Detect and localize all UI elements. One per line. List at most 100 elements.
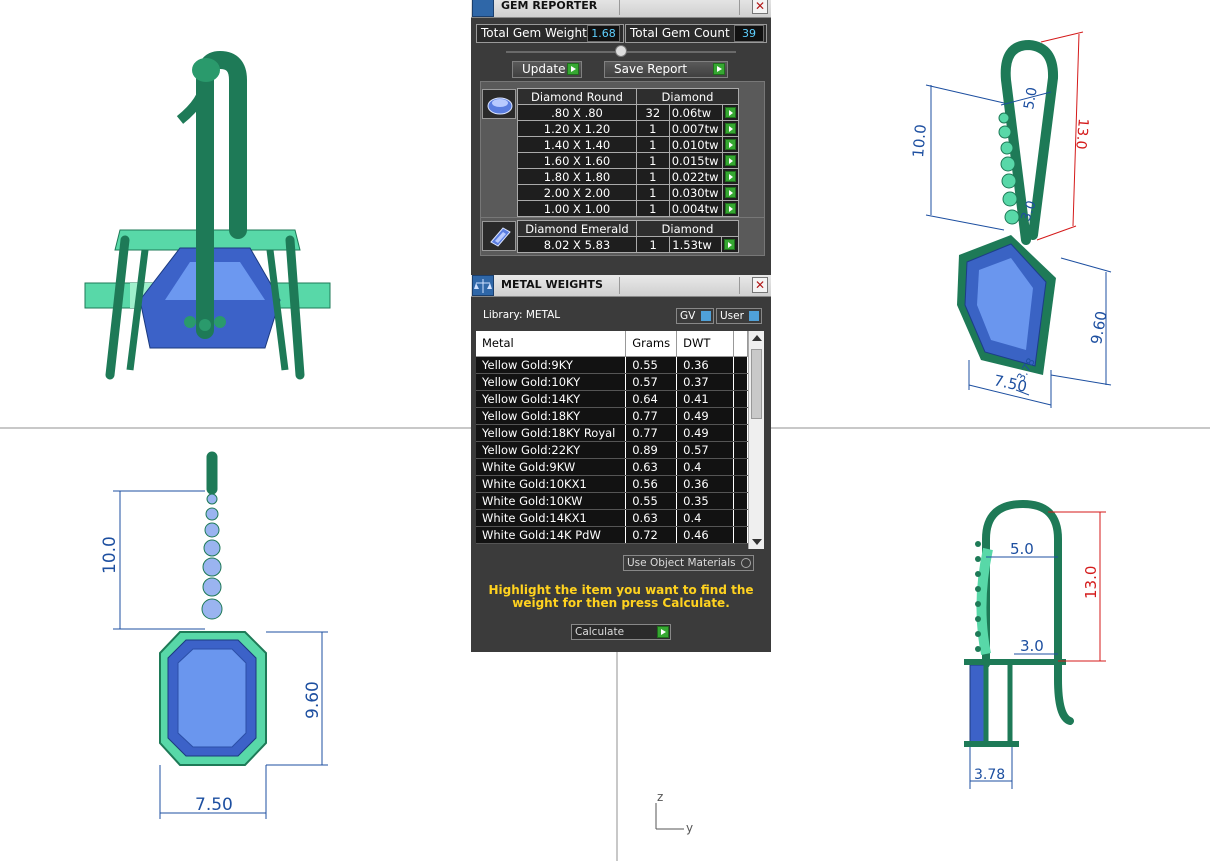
scroll-down-icon[interactable] — [752, 539, 762, 545]
gem-row[interactable]: 1.20 X 1.20 1 0.007tw — [517, 120, 740, 137]
metal-dwt: 0.49 — [676, 424, 735, 442]
calculate-arrow-icon — [657, 626, 669, 638]
gem-weight: 0.06tw — [668, 104, 723, 121]
row-spacer — [733, 526, 748, 544]
gem-count: 1 — [636, 184, 670, 201]
gem-size: 1.40 X 1.40 — [517, 136, 637, 153]
gem-weight: 0.007tw — [668, 120, 723, 137]
row-spacer — [733, 458, 748, 476]
metal-name: White Gold:14K PdW — [476, 526, 627, 544]
metal-dwt: 0.4 — [676, 458, 735, 476]
gem-count: 32 — [636, 104, 670, 121]
gem-reporter-close-button[interactable]: ✕ — [752, 0, 768, 14]
viewport-perspective[interactable]: 10.0 5.0 13.0 3.0 9.60 7.50 3.78 — [771, 0, 1210, 427]
gem-size: 1.20 X 1.20 — [517, 120, 637, 137]
metal-row[interactable]: White Gold:10KX1 0.56 0.36 — [476, 475, 748, 493]
dim-front-height: 9.60 — [303, 681, 323, 719]
user-toggle[interactable]: User — [716, 308, 762, 324]
col-grams[interactable]: Grams — [625, 331, 678, 357]
axis-z-label: z — [657, 790, 663, 804]
metal-name: Yellow Gold:9KY — [476, 356, 627, 374]
gem-select-arrow-icon[interactable] — [721, 136, 740, 153]
gem-reporter-icon — [472, 0, 494, 17]
earring-top-view — [84, 50, 331, 380]
gem-size: 1.00 X 1.00 — [517, 200, 637, 217]
dim-side-depth: 3.78 — [974, 767, 1005, 783]
metal-table-scrollbar[interactable] — [748, 331, 764, 549]
metal-dwt: 0.57 — [676, 441, 735, 459]
use-object-materials-toggle[interactable]: Use Object Materials — [623, 555, 754, 571]
dim-side-hook: 13.0 — [1082, 566, 1100, 599]
metal-weights-titlebar[interactable]: METAL WEIGHTS ✕ — [471, 275, 771, 297]
gem-row[interactable]: 2.00 X 2.00 1 0.030tw — [517, 184, 740, 201]
save-report-button[interactable]: Save Report — [604, 61, 728, 78]
row-spacer — [733, 356, 748, 374]
metal-row[interactable]: White Gold:14KX1 0.63 0.4 — [476, 509, 748, 527]
metal-dwt: 0.4 — [676, 509, 735, 527]
gem-weight: 0.010tw — [668, 136, 723, 153]
metal-row[interactable]: White Gold:10KW 0.55 0.35 — [476, 492, 748, 510]
gem-select-arrow-icon[interactable] — [721, 120, 740, 137]
gem-weight: 0.030tw — [668, 184, 723, 201]
gem-reporter-titlebar[interactable]: GEM REPORTER ✕ — [471, 0, 771, 18]
gem-size: 2.00 X 2.00 — [517, 184, 637, 201]
scroll-up-icon[interactable] — [752, 335, 762, 341]
gv-label: GV — [680, 310, 696, 322]
gem-size: 8.02 X 5.83 — [517, 236, 637, 253]
metal-name: Yellow Gold:22KY — [476, 441, 627, 459]
gem-select-arrow-icon[interactable] — [721, 200, 740, 217]
col-metal[interactable]: Metal — [476, 331, 627, 357]
gv-toggle[interactable]: GV — [676, 308, 714, 324]
earring-side-view: 5.0 3.0 13.0 3.78 — [964, 499, 1106, 789]
emerald-diamond-icon — [482, 221, 516, 251]
gem-weight: 0.004tw — [668, 200, 723, 217]
title-separator — [619, 277, 620, 294]
gem-row[interactable]: .80 X .80 32 0.06tw — [517, 104, 740, 121]
gv-toggle-icon — [701, 311, 711, 321]
metal-weights-close-button[interactable]: ✕ — [752, 277, 768, 293]
row-spacer — [733, 441, 748, 459]
metal-table-wrap: Metal Grams DWT Yellow Gold:9KY 0.55 0.36 … — [476, 331, 766, 549]
metal-dwt: 0.46 — [676, 526, 735, 544]
scroll-thumb[interactable] — [751, 349, 762, 419]
gem-count: 1 — [636, 136, 670, 153]
metal-name: Yellow Gold:18KY — [476, 407, 627, 425]
save-report-arrow-icon[interactable] — [713, 63, 725, 75]
metal-dwt: 0.35 — [676, 492, 735, 510]
viewport-top[interactable] — [0, 0, 471, 427]
update-arrow-icon[interactable] — [567, 63, 579, 75]
total-gem-weight-value: 1.68 — [587, 25, 620, 42]
metal-dwt: 0.41 — [676, 390, 735, 408]
dim-right-hook: 13.0 — [1072, 118, 1091, 150]
gem-row[interactable]: 1.40 X 1.40 1 0.010tw — [517, 136, 740, 153]
gem-select-arrow-icon[interactable] — [721, 104, 740, 121]
row-spacer — [733, 407, 748, 425]
gem-row[interactable]: 1.80 X 1.80 1 0.022tw — [517, 168, 740, 185]
row-spacer — [733, 424, 748, 442]
metal-row[interactable]: Yellow Gold:14KY 0.64 0.41 — [476, 390, 748, 408]
metal-row[interactable]: Yellow Gold:10KY 0.57 0.37 — [476, 373, 748, 391]
metal-row[interactable]: White Gold:14K PdW 0.72 0.46 — [476, 526, 748, 544]
col-spacer — [733, 331, 748, 357]
viewport-front[interactable]: 10.0 9.60 7.50 — [0, 429, 471, 861]
metal-row[interactable]: Yellow Gold:22KY 0.89 0.57 — [476, 441, 748, 459]
metal-row[interactable]: Yellow Gold:18KY 0.77 0.49 — [476, 407, 748, 425]
panel-slider-handle[interactable] — [615, 45, 627, 57]
gem-select-arrow-icon[interactable] — [721, 152, 740, 169]
metal-grams: 0.64 — [625, 390, 678, 408]
gem-row[interactable]: 8.02 X 5.83 1 1.53tw — [517, 236, 739, 253]
col-dwt[interactable]: DWT — [676, 331, 735, 357]
calculate-button[interactable]: Calculate — [571, 624, 671, 640]
gem-row[interactable]: 1.60 X 1.60 1 0.015tw — [517, 152, 740, 169]
gem-row[interactable]: 1.00 X 1.00 1 0.004tw — [517, 200, 740, 217]
gem-select-arrow-icon[interactable] — [721, 184, 740, 201]
metal-grams: 0.77 — [625, 407, 678, 425]
library-label: Library: METAL — [483, 309, 561, 321]
use-object-materials-label: Use Object Materials — [627, 557, 736, 569]
gem-select-arrow-icon[interactable] — [721, 168, 740, 185]
metal-row[interactable]: Yellow Gold:18KY Royal 0.77 0.49 — [476, 424, 748, 442]
metal-row[interactable]: White Gold:9KW 0.63 0.4 — [476, 458, 748, 476]
gem-select-arrow-icon[interactable] — [721, 236, 739, 253]
metal-row[interactable]: Yellow Gold:9KY 0.55 0.36 — [476, 356, 748, 374]
round-gem-table: Diamond Round Diamond .80 X .80 32 0.06tw … — [517, 88, 740, 217]
